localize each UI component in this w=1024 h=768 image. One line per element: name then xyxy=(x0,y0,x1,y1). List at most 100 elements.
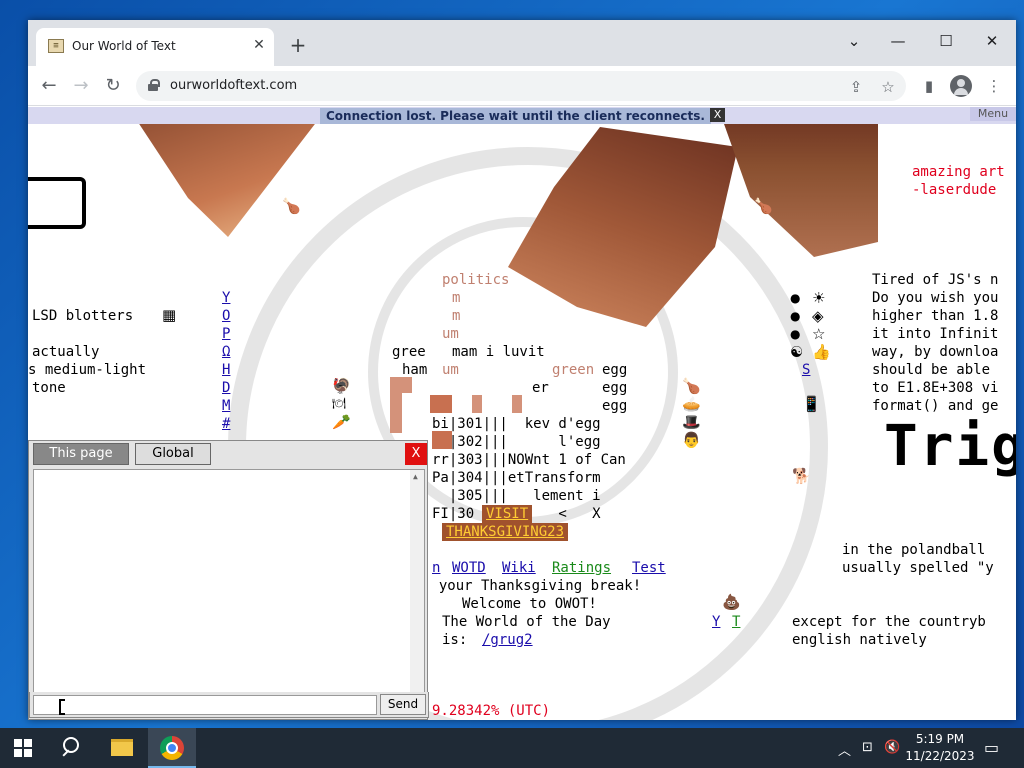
owot-canvas[interactable]: Connection lost. Please wait until the c… xyxy=(28,107,1016,720)
browser-tab[interactable]: ≡ Our World of Text ✕ xyxy=(36,28,274,66)
new-tab-button[interactable]: + xyxy=(286,34,310,58)
back-arrow-icon[interactable]: ← xyxy=(36,73,62,99)
scroll-icon: ≡ xyxy=(48,39,64,53)
network-icon[interactable]: ⊡ xyxy=(862,740,873,755)
connection-lost-banner: Connection lost. Please wait until the c… xyxy=(320,108,711,124)
text-able: should be able xyxy=(872,362,991,378)
reload-icon[interactable]: ↻ xyxy=(100,73,126,99)
chat-tab-this-page[interactable]: This page xyxy=(33,443,129,465)
text-tone: tone xyxy=(32,380,66,396)
pixel-block xyxy=(430,395,452,413)
vertical-link[interactable]: P xyxy=(222,325,230,343)
more-menu-icon[interactable]: ⋮ xyxy=(983,75,1005,97)
top-hat-icon: 🎩 xyxy=(682,413,701,431)
text-bi301: bi|301||| kev d'egg xyxy=(432,416,601,432)
text-pa304: Pa|304|||etTransform xyxy=(432,470,601,486)
chat-input-row: Send xyxy=(29,692,429,718)
chat-close-button[interactable]: X xyxy=(405,443,427,465)
vertical-link[interactable]: M xyxy=(222,397,230,415)
windows-taskbar: ︿ ⊡ 🔇 5:19 PM 11/22/2023 ▭ xyxy=(0,728,1024,768)
link-s[interactable]: S xyxy=(802,361,810,379)
lock-icon[interactable] xyxy=(148,79,160,91)
utc-readout: 9.28342% (UTC) xyxy=(432,703,551,719)
thanksgiving-link[interactable]: THANKSGIVING23 xyxy=(442,523,569,541)
side-panel-icon[interactable]: ▮ xyxy=(918,75,940,97)
banner-close-button[interactable]: X xyxy=(710,108,725,122)
clock-date: 11/22/2023 xyxy=(905,749,975,763)
clock[interactable]: 5:19 PM 11/22/2023 xyxy=(902,731,978,765)
text-cursor-icon xyxy=(59,699,65,715)
vertical-link[interactable]: O xyxy=(222,307,230,325)
chat-tab-global[interactable]: Global xyxy=(135,443,211,465)
chat-panel: This page Global X ▲ ▼ xyxy=(28,440,428,720)
vertical-link[interactable]: H xyxy=(222,361,230,379)
carrot-icon: 🥕 xyxy=(332,413,351,431)
text-m: m xyxy=(452,308,461,324)
chat-input[interactable] xyxy=(33,695,377,715)
profile-icon[interactable] xyxy=(950,75,972,97)
link-wiki[interactable]: Wiki xyxy=(502,559,536,577)
vertical-link[interactable]: # xyxy=(222,415,230,433)
tab-search-icon[interactable]: ⌄ xyxy=(834,26,874,56)
browser-window: ≡ Our World of Text ✕ + ⌄ — ☐ ✕ ← → ↻ ou… xyxy=(28,20,1016,720)
chat-messages[interactable]: ▲ ▼ xyxy=(33,469,425,713)
text-infinit: it into Infinit xyxy=(872,326,999,342)
text-green: green xyxy=(552,362,595,378)
scroll-up-icon[interactable]: ▲ xyxy=(413,472,418,481)
link-wotd[interactable]: WOTD xyxy=(452,559,486,577)
text-is: is: xyxy=(442,632,468,648)
text-spelled: usually spelled "y xyxy=(842,560,994,576)
pixel-block xyxy=(390,377,412,393)
menu-button[interactable]: Menu xyxy=(970,107,1016,121)
yin-yang-icon: ☯ xyxy=(790,343,804,361)
chat-scrollbar[interactable]: ▲ ▼ xyxy=(410,470,424,712)
address-bar[interactable]: ourworldoftext.com ⇪ ☆ xyxy=(136,71,906,101)
link-n[interactable]: n xyxy=(432,559,440,577)
text-fi30: FI|30 xyxy=(432,506,475,522)
vertical-link[interactable]: Ω xyxy=(222,343,230,361)
chrome-icon[interactable] xyxy=(148,728,196,768)
text-laserdude: -laserdude xyxy=(912,182,997,198)
text-egg: egg xyxy=(602,362,628,378)
forward-arrow-icon[interactable]: → xyxy=(68,73,94,99)
text-um: um xyxy=(442,326,459,342)
sun-icon: ☀ xyxy=(812,289,826,307)
pixel-block xyxy=(472,395,482,413)
file-explorer-icon[interactable] xyxy=(98,728,146,768)
star-outline-icon: ☆ xyxy=(812,325,826,343)
share-icon[interactable]: ⇪ xyxy=(846,77,866,97)
visit-link[interactable]: VISIT xyxy=(482,505,533,523)
text-way: way, by downloa xyxy=(872,344,999,360)
chevron-up-icon[interactable]: ︿ xyxy=(838,740,851,759)
tab-close-icon[interactable]: ✕ xyxy=(250,36,268,54)
vertical-link[interactable]: Y xyxy=(222,289,230,307)
search-icon[interactable] xyxy=(48,728,96,768)
bullet-icon: ● xyxy=(790,327,801,341)
text-rr303: rr|303|||NOWnt 1 of Can xyxy=(432,452,626,468)
url-text[interactable]: ourworldoftext.com xyxy=(170,78,297,93)
text-medium-light: s medium-light xyxy=(28,362,147,378)
link-t[interactable]: T xyxy=(732,613,740,631)
link-y[interactable]: Y xyxy=(712,613,720,631)
notification-icon[interactable]: ▭ xyxy=(984,738,999,757)
diamond-icon: ◈ xyxy=(812,307,824,325)
close-window-button[interactable]: ✕ xyxy=(972,26,1012,56)
windows-start-icon[interactable] xyxy=(14,739,32,757)
text-mam: mam i luvit xyxy=(452,344,545,360)
text-lt-x: < X xyxy=(550,506,601,522)
volume-muted-icon[interactable]: 🔇 xyxy=(884,740,900,755)
maximize-button[interactable]: ☐ xyxy=(926,26,966,56)
text-egg: egg xyxy=(602,398,628,414)
link-ratings[interactable]: Ratings xyxy=(552,559,611,577)
minimize-button[interactable]: — xyxy=(878,26,918,56)
chat-send-button[interactable]: Send xyxy=(380,694,426,715)
plate-icon: 🍽 xyxy=(332,397,346,410)
link-grug[interactable]: /grug2 xyxy=(482,631,533,649)
turkey-pixel-art-left xyxy=(128,107,328,237)
star-icon[interactable]: ☆ xyxy=(878,77,898,97)
text-polandball: in the polandball xyxy=(842,542,986,558)
text-politics: politics xyxy=(442,272,510,288)
text-um: um xyxy=(442,362,459,378)
link-test[interactable]: Test xyxy=(632,559,666,577)
vertical-link[interactable]: D xyxy=(222,379,230,397)
